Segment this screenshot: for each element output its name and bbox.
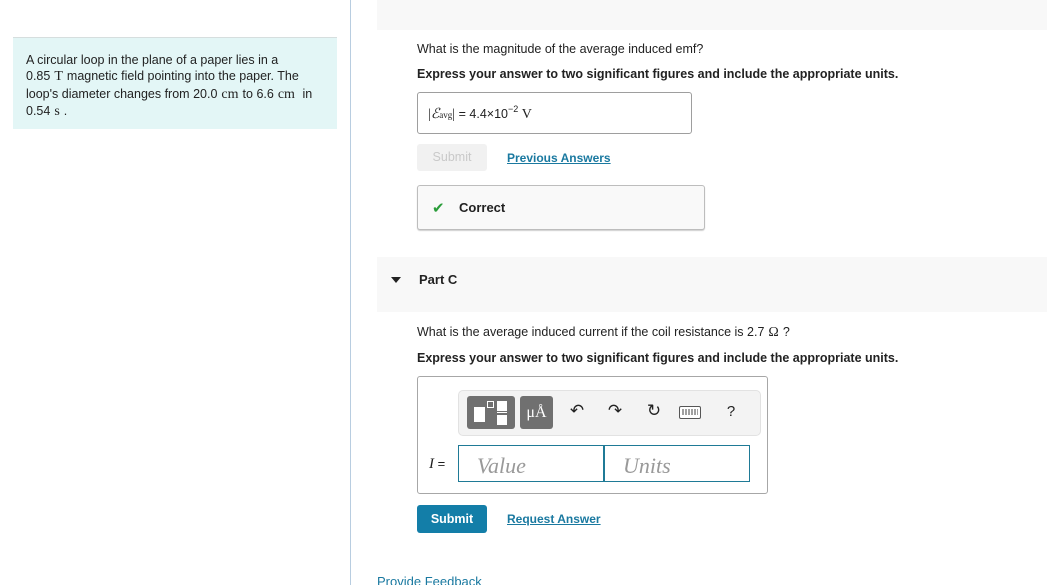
answer-exponent: −2	[507, 104, 519, 114]
problem-text: .	[63, 104, 68, 119]
provide-feedback-link[interactable]: Provide Feedback	[377, 574, 482, 585]
help-button[interactable]: ?	[719, 403, 743, 420]
problem-text: to	[242, 86, 253, 101]
reset-icon[interactable]: ↻	[642, 401, 666, 421]
question-mark: ?	[782, 325, 790, 339]
keyboard-icon[interactable]	[679, 406, 701, 419]
problem-text: A circular loop in the plane of a paper …	[26, 53, 279, 67]
math-toolbar: μÅ ↶ ↷ ↻ ?	[458, 390, 761, 436]
ohm-unit: Ω	[768, 325, 779, 340]
templates-icon	[474, 407, 485, 422]
templates-button[interactable]	[467, 396, 515, 429]
part-c-instruction: Express your answer to two significant f…	[417, 351, 899, 365]
final-diameter: 6.6	[256, 86, 274, 101]
checkmark-icon: ✔	[432, 200, 445, 217]
units-button[interactable]: μÅ	[520, 396, 553, 429]
part-c-header[interactable]: Part C	[377, 257, 1047, 312]
part-b-instruction: Express your answer to two significant f…	[417, 67, 899, 81]
previous-answers-link[interactable]: Previous Answers	[507, 151, 611, 165]
answer-mantissa: 4.4×10	[469, 107, 508, 121]
equals-sign: =	[458, 107, 466, 121]
initial-diameter: 20.0	[193, 86, 218, 101]
question-text: What is the average induced current if t…	[417, 325, 765, 339]
emf-symbol: |ℰavg|	[428, 107, 456, 122]
part-b-answer-display: |ℰavg| = 4.4×10−2 V	[417, 92, 692, 134]
diameter-unit: cm	[221, 86, 239, 102]
time-unit: s	[54, 104, 60, 120]
correct-feedback-box: ✔ Correct	[417, 185, 705, 230]
part-b-title: Part B	[419, 0, 457, 1]
redo-icon[interactable]: ↷	[603, 401, 627, 421]
diameter-unit: cm	[277, 86, 295, 102]
problem-text: in	[302, 86, 313, 101]
part-c-submit-button[interactable]: Submit	[417, 505, 487, 533]
caret-down-icon[interactable]	[391, 277, 401, 283]
panel-divider	[350, 0, 351, 585]
part-c-answer-panel: μÅ ↶ ↷ ↻ ? I =	[417, 376, 768, 494]
page: A circular loop in the plane of a paper …	[0, 0, 1047, 585]
units-input[interactable]	[604, 445, 750, 482]
problem-statement: A circular loop in the plane of a paper …	[13, 37, 337, 129]
correct-label: Correct	[459, 200, 506, 215]
time-value: 0.54	[26, 104, 51, 119]
answer-unit: V	[521, 107, 532, 122]
part-c-title: Part C	[419, 272, 458, 287]
request-answer-link[interactable]: Request Answer	[507, 512, 601, 526]
undo-icon[interactable]: ↶	[565, 401, 589, 421]
part-b-question: What is the magnitude of the average ind…	[417, 42, 704, 56]
part-b-header[interactable]: Part B	[377, 0, 1047, 30]
value-input[interactable]	[458, 445, 604, 482]
variable-label: I =	[429, 456, 446, 472]
field-unit: T	[54, 69, 63, 85]
part-c-question: What is the average induced current if t…	[417, 325, 790, 341]
part-b-submit-button: Submit	[417, 144, 487, 171]
field-value: 0.85	[26, 69, 51, 84]
